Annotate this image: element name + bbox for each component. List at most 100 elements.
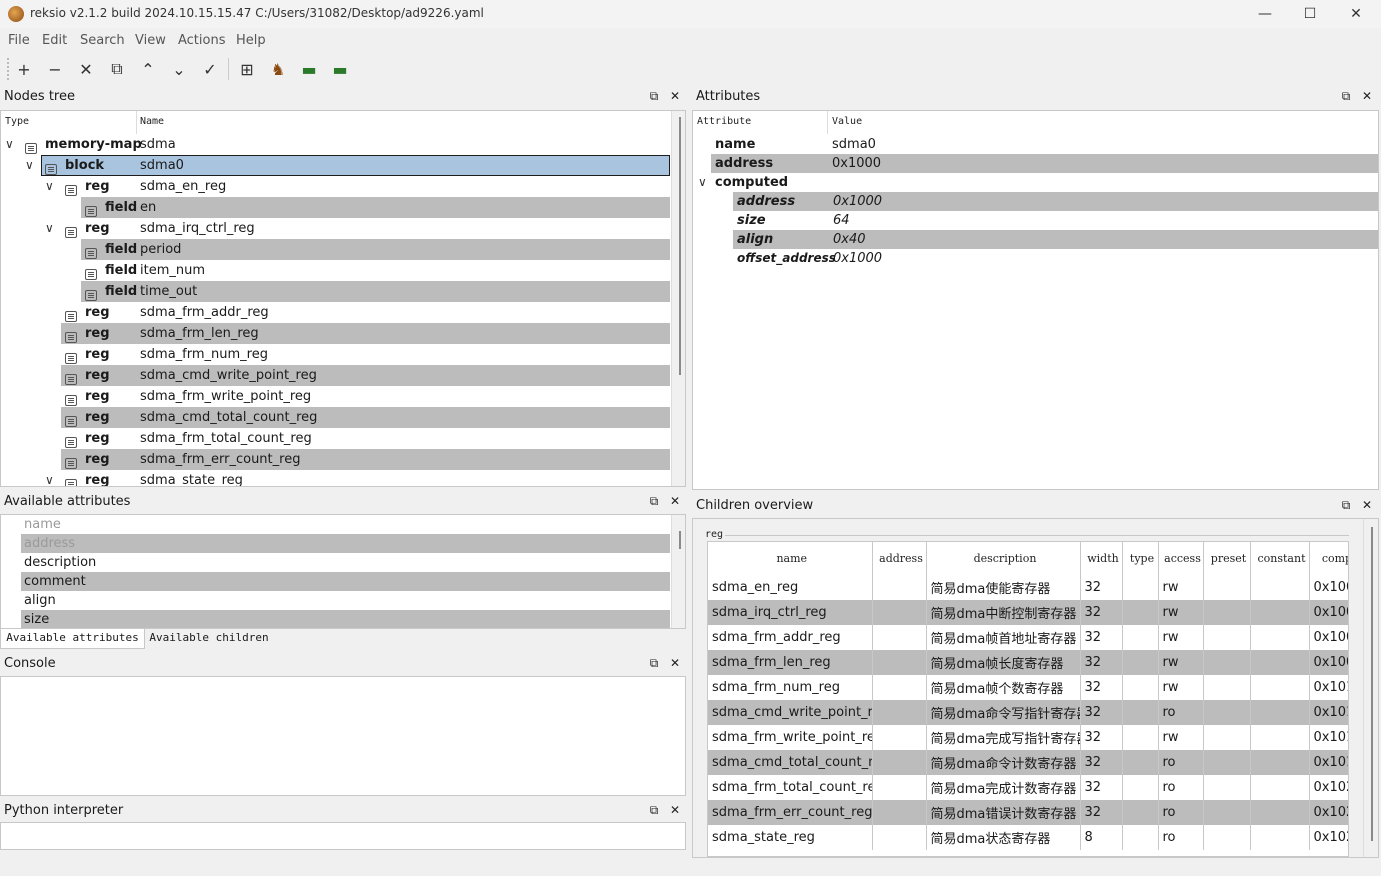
table-cell[interactable]	[1203, 625, 1251, 650]
attributes-close-icon[interactable]: ✕	[1360, 89, 1374, 103]
available-attributes-close-icon[interactable]: ✕	[668, 494, 682, 508]
table-cell[interactable]	[872, 800, 927, 825]
column-header-name[interactable]: Name	[140, 116, 164, 127]
table-cell[interactable]: 简易dma帧长度寄存器	[926, 650, 1081, 675]
table-cell[interactable]	[1122, 650, 1159, 675]
move-up-icon[interactable]: ⌃	[137, 59, 159, 79]
table-cell[interactable]	[1122, 800, 1159, 825]
table-cell[interactable]: ro	[1158, 800, 1204, 825]
tab-available-children[interactable]: Available children	[145, 629, 273, 647]
table-cell[interactable]: 0x1028	[1309, 825, 1348, 850]
tree-row[interactable]: reg sdma_frm_total_count_reg	[1, 428, 670, 449]
table-cell[interactable]	[872, 650, 927, 675]
table-cell[interactable]: 简易dma命令写指针寄存器	[926, 700, 1081, 725]
column-header[interactable]: type	[1122, 542, 1159, 575]
table-cell[interactable]	[1250, 700, 1310, 725]
table-cell[interactable]: sdma_frm_total_count_reg	[708, 775, 873, 800]
column-header[interactable]: address	[872, 542, 927, 575]
table-cell[interactable]: 32	[1080, 575, 1123, 600]
list-item[interactable]: size	[21, 610, 670, 628]
table-cell[interactable]: 简易dma完成计数寄存器	[926, 775, 1081, 800]
table-cell[interactable]: rw	[1158, 625, 1204, 650]
table-cell[interactable]: 32	[1080, 700, 1123, 725]
board-icon[interactable]: ▬	[298, 59, 320, 79]
table-cell[interactable]	[872, 725, 927, 750]
close-window-button[interactable]: ✕	[1333, 0, 1379, 28]
move-down-icon[interactable]: ⌄	[168, 59, 190, 79]
add-icon[interactable]: +	[13, 59, 35, 79]
column-header-type[interactable]: Type	[5, 116, 29, 127]
attribute-value[interactable]: 0x1000	[832, 154, 881, 173]
table-cell[interactable]	[1250, 575, 1310, 600]
children-overview-float-icon[interactable]: ⧉	[1339, 498, 1353, 513]
table-row[interactable]: sdma_frm_write_point_reg 简易dma完成写指针寄存器 32 r…	[708, 725, 1348, 750]
table-cell[interactable]	[1250, 825, 1310, 850]
table-cell[interactable]: 0x1010	[1309, 675, 1348, 700]
table-cell[interactable]	[1203, 700, 1251, 725]
list-item[interactable]: align	[21, 591, 670, 610]
column-header[interactable]: compu	[1309, 542, 1348, 575]
table-row[interactable]: sdma_frm_len_reg 简易dma帧长度寄存器32 rw 0x100c	[708, 650, 1348, 675]
table-row[interactable]: sdma_frm_num_reg 简易dma帧个数寄存器32 rw 0x1010	[708, 675, 1348, 700]
table-cell[interactable]: 32	[1080, 675, 1123, 700]
table-cell[interactable]: sdma_cmd_total_count_reg	[708, 750, 873, 775]
menu-actions[interactable]: Actions	[178, 33, 226, 48]
column-header-value[interactable]: Value	[832, 116, 862, 127]
table-cell[interactable]: 简易dma完成写指针寄存器	[926, 725, 1081, 750]
expand-arrow-icon[interactable]: ∨	[25, 155, 37, 176]
expand-arrow-icon[interactable]: ∨	[5, 134, 17, 155]
tree-row[interactable]: ∨ reg sdma_state_reg	[1, 470, 670, 486]
check-icon[interactable]: ✓	[199, 59, 221, 79]
tree-row[interactable]: ∨ reg sdma_en_reg	[1, 176, 670, 197]
table-cell[interactable]	[1122, 700, 1159, 725]
table-cell[interactable]	[1122, 825, 1159, 850]
table-cell[interactable]: rw	[1158, 575, 1204, 600]
table-cell[interactable]: sdma_state_reg	[708, 825, 873, 850]
computed-row-offset-address[interactable]: offset_address 0x1000	[733, 249, 1378, 268]
table-cell[interactable]	[1250, 750, 1310, 775]
table-cell[interactable]	[1122, 575, 1159, 600]
expand-arrow-icon[interactable]: ∨	[45, 470, 57, 486]
table-cell[interactable]	[1122, 725, 1159, 750]
table-row[interactable]: sdma_frm_total_count_reg 简易dma完成计数寄存器 32 ro…	[708, 775, 1348, 800]
children-overview-close-icon[interactable]: ✕	[1360, 498, 1374, 512]
table-cell[interactable]: 32	[1080, 800, 1123, 825]
menu-help[interactable]: Help	[236, 33, 266, 48]
python-close-icon[interactable]: ✕	[668, 803, 682, 817]
tree-row[interactable]: field en	[1, 197, 670, 218]
table-cell[interactable]: 简易dma帧个数寄存器	[926, 675, 1081, 700]
table-cell[interactable]	[1203, 775, 1251, 800]
expand-arrow-icon[interactable]: ∨	[698, 173, 710, 192]
table-row[interactable]: sdma_irq_ctrl_reg 简易dma中断控制寄存器32 rw 0x1004	[708, 600, 1348, 625]
chip-icon[interactable]: ▬	[329, 59, 351, 79]
table-cell[interactable]	[1250, 650, 1310, 675]
table-cell[interactable]: 0x1000	[1309, 575, 1348, 600]
table-cell[interactable]: 0x1024	[1309, 800, 1348, 825]
table-cell[interactable]	[1250, 725, 1310, 750]
tree-row[interactable]: reg sdma_frm_addr_reg	[1, 302, 670, 323]
table-cell[interactable]: 0x100c	[1309, 650, 1348, 675]
tree-row[interactable]: reg sdma_cmd_total_count_reg	[1, 407, 670, 428]
table-cell[interactable]: rw	[1158, 650, 1204, 675]
list-item[interactable]: address	[21, 534, 670, 553]
tree-row[interactable]: reg sdma_frm_write_point_reg	[1, 386, 670, 407]
column-header-attribute[interactable]: Attribute	[697, 116, 751, 127]
table-cell[interactable]	[1203, 825, 1251, 850]
available-attributes-scrollbar[interactable]	[671, 515, 685, 628]
console-close-icon[interactable]: ✕	[668, 656, 682, 670]
table-cell[interactable]	[1122, 675, 1159, 700]
table-cell[interactable]: 32	[1080, 625, 1123, 650]
nodes-tree-close-icon[interactable]: ✕	[668, 89, 682, 103]
table-cell[interactable]	[1203, 675, 1251, 700]
table-cell[interactable]: sdma_frm_len_reg	[708, 650, 873, 675]
table-cell[interactable]	[1122, 775, 1159, 800]
table-cell[interactable]: sdma_frm_addr_reg	[708, 625, 873, 650]
table-cell[interactable]: 0x1018	[1309, 725, 1348, 750]
python-input[interactable]	[0, 822, 686, 850]
tree-row[interactable]: ∨ memory-map sdma	[1, 134, 670, 155]
computed-row-size[interactable]: size 64	[733, 211, 1378, 230]
table-row[interactable]: sdma_frm_err_count_reg 简易dma错误计数寄存器 32 ro 0x…	[708, 800, 1348, 825]
hierarchy-icon[interactable]: ⊞	[236, 59, 258, 79]
table-cell[interactable]	[872, 625, 927, 650]
table-cell[interactable]	[1250, 625, 1310, 650]
